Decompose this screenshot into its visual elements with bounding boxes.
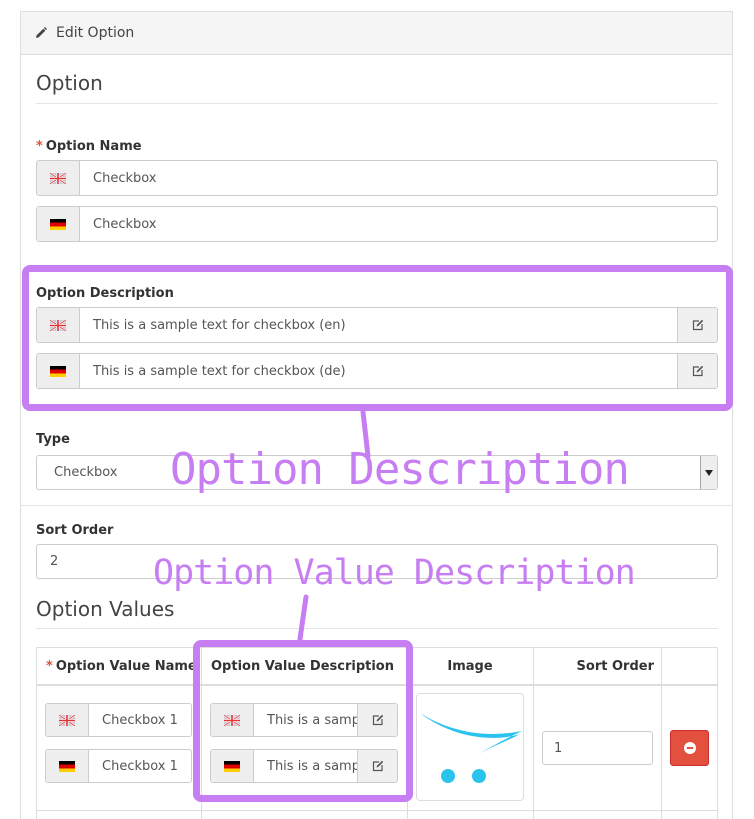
form-group-divider [21, 505, 733, 506]
option-name-label: * Option Name [36, 139, 142, 154]
language-addon [46, 704, 89, 736]
type-label: Type [36, 432, 70, 447]
column-header-value-name: * Option Value Name [46, 659, 197, 674]
language-addon [46, 750, 89, 782]
language-addon [37, 207, 80, 241]
option-value-name[interactable]: Checkbox 1 [89, 704, 191, 736]
option-description-highlight [22, 265, 733, 411]
required-asterisk: * [36, 139, 43, 154]
row-divider [37, 810, 717, 811]
minus-circle-icon [683, 742, 696, 754]
option-value-name-input-en[interactable]: Checkbox 1 [45, 703, 192, 737]
required-asterisk: * [46, 659, 53, 674]
pencil-icon [36, 27, 47, 38]
option-name-input-de[interactable]: Checkbox [36, 206, 718, 242]
legend-divider [36, 103, 718, 104]
uk-flag-icon [59, 714, 75, 726]
option-values-divider [36, 628, 718, 629]
option-value-name-input-de[interactable]: Checkbox 1 [45, 749, 192, 783]
callout-leader-line [297, 594, 309, 642]
column-header-sort-order: Sort Order [576, 659, 654, 674]
panel-heading: Edit Option [21, 12, 732, 55]
select-arrow[interactable] [700, 456, 717, 489]
language-addon [37, 161, 80, 195]
de-flag-icon [59, 760, 75, 772]
remove-option-value-button[interactable] [670, 730, 709, 766]
option-name-input-en[interactable]: Checkbox [36, 160, 718, 196]
opencart-cart-logo [420, 713, 522, 783]
panel-title: Edit Option [56, 25, 135, 41]
column-header-image: Image [447, 659, 493, 674]
caret-down-icon [705, 469, 713, 476]
option-value-sort-order-input[interactable]: 1 [542, 731, 653, 765]
type-selected-value: Checkbox [54, 465, 118, 480]
option-value-description-callout: Option Value Description [153, 553, 636, 593]
option-values-legend: Option Values [36, 597, 175, 621]
option-value-name[interactable]: Checkbox 1 [89, 750, 191, 782]
sort-order-label: Sort Order [36, 523, 114, 538]
option-value-image[interactable] [416, 693, 524, 801]
uk-flag-icon [50, 172, 66, 184]
column-divider [661, 648, 662, 819]
option-name-value[interactable]: Checkbox [80, 161, 717, 195]
option-name-value[interactable]: Checkbox [80, 207, 717, 241]
option-description-callout: Option Description [170, 444, 630, 495]
option-value-description-highlight [193, 640, 413, 802]
de-flag-icon [50, 218, 66, 230]
section-legend: Option [36, 71, 103, 95]
